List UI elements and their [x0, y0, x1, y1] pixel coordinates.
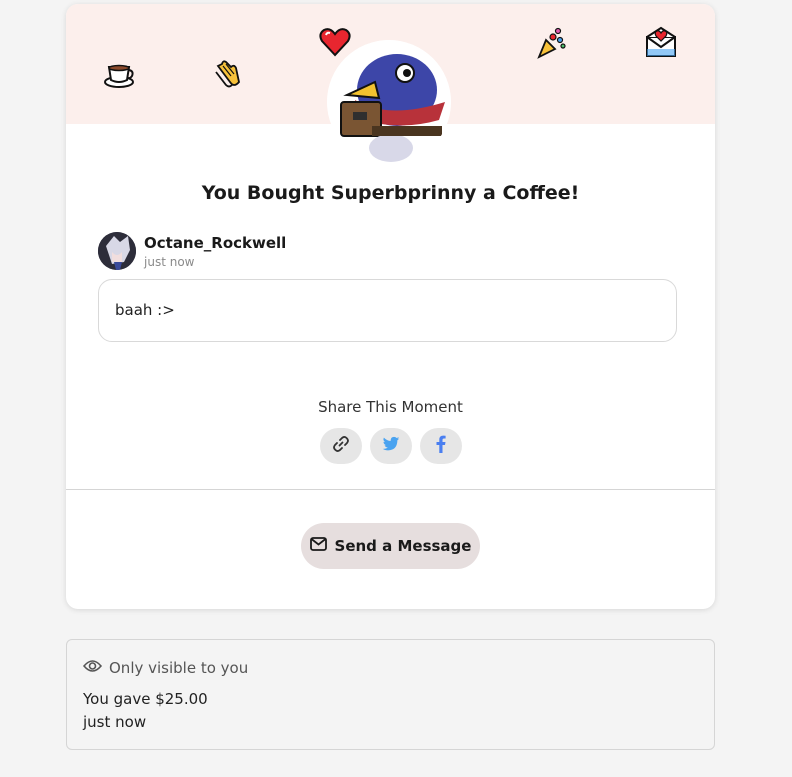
supporter-timestamp: just now — [144, 254, 195, 269]
love-letter-icon — [644, 25, 678, 63]
confirmation-card: You Bought Superbprinny a Coffee! Octane… — [66, 4, 715, 609]
twitter-icon — [382, 436, 400, 456]
visibility-label: Only visible to you — [109, 659, 249, 677]
coffee-cup-icon — [104, 58, 136, 92]
supporter-name[interactable]: Octane_Rockwell — [144, 234, 286, 252]
confirmation-title: You Bought Superbprinny a Coffee! — [201, 182, 580, 204]
facebook-icon — [436, 435, 446, 457]
supporter-info: Octane_Rockwell just now — [98, 232, 286, 270]
share-twitter-button[interactable] — [370, 428, 412, 464]
supporter-message: baah :> — [98, 279, 677, 342]
supporter-avatar — [98, 232, 136, 270]
clapping-hands-icon — [212, 58, 244, 94]
private-note: Only visible to you You gave $25.00 just… — [66, 639, 715, 750]
send-message-button[interactable]: Send a Message — [301, 523, 480, 569]
link-icon — [332, 435, 350, 457]
envelope-icon — [309, 537, 327, 555]
donation-timestamp: just now — [83, 713, 147, 731]
eye-icon — [82, 659, 103, 677]
share-buttons — [320, 428, 462, 464]
party-popper-icon — [536, 26, 568, 64]
send-message-label: Send a Message — [334, 537, 472, 555]
creator-avatar — [327, 40, 451, 164]
visibility-notice: Only visible to you — [82, 659, 249, 677]
donation-amount: You gave $25.00 — [83, 690, 208, 708]
section-divider — [66, 489, 715, 490]
share-label: Share This Moment — [318, 398, 463, 416]
share-facebook-button[interactable] — [420, 428, 462, 464]
copy-link-button[interactable] — [320, 428, 362, 464]
